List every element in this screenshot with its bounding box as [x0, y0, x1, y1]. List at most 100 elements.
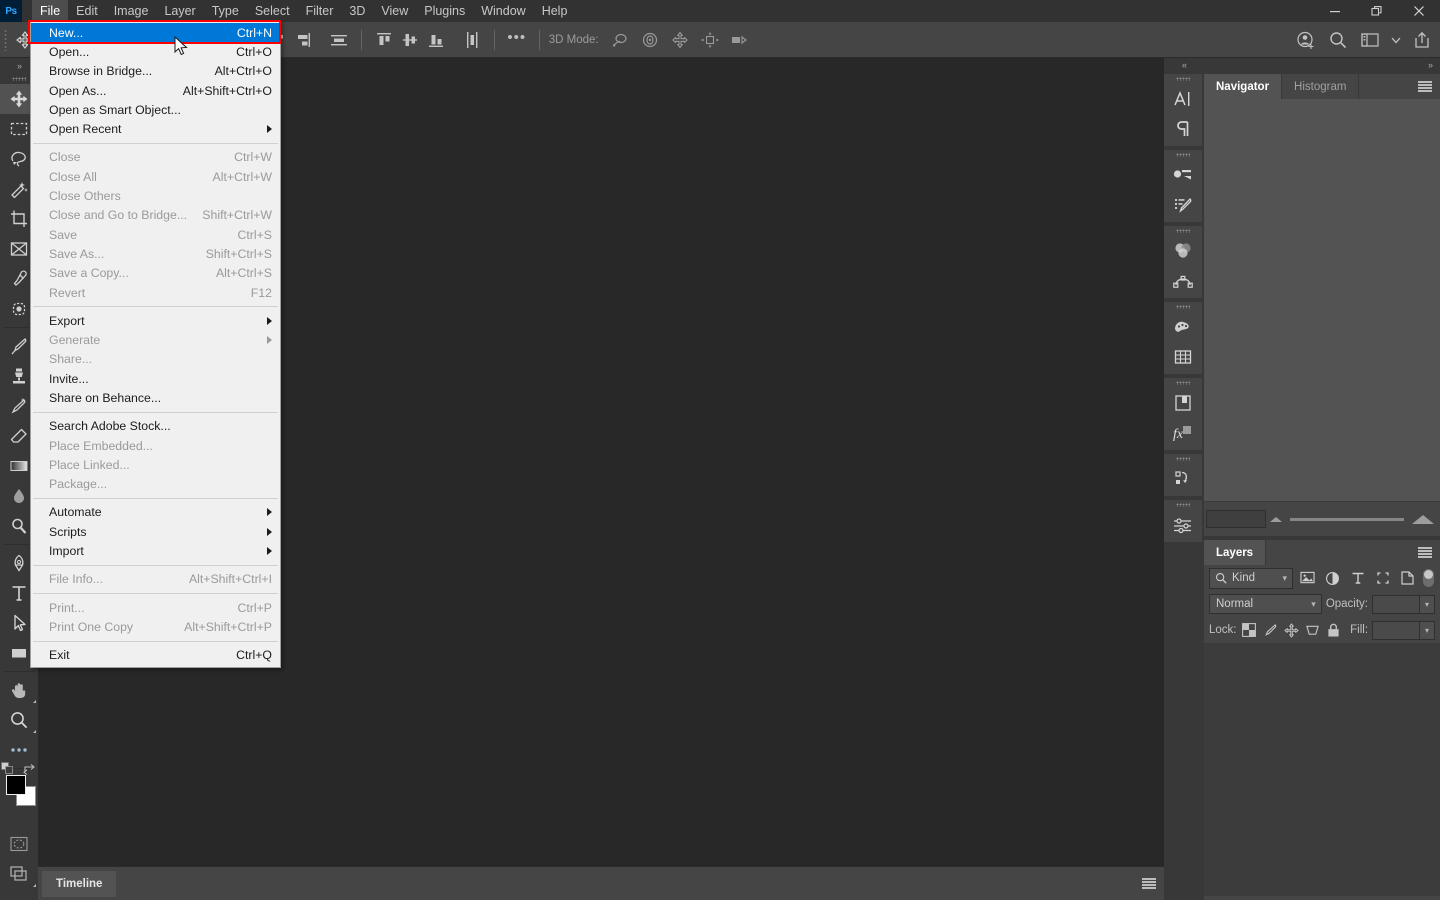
rail-grip[interactable]: [1164, 150, 1202, 160]
slide-3d-icon[interactable]: [697, 27, 723, 53]
hand-tool[interactable]: [0, 675, 38, 705]
file-menu-item-exit[interactable]: Exit Ctrl+Q: [31, 646, 280, 665]
file-menu-dropdown[interactable]: New... Ctrl+N Open... Ctrl+O Browse in Bridg…: [30, 20, 281, 668]
blend-mode-select[interactable]: Normal ▾: [1209, 594, 1322, 614]
layer-filter-enable-toggle[interactable]: [1422, 568, 1435, 589]
styles-panel-icon[interactable]: [1164, 190, 1202, 220]
menu-select[interactable]: Select: [247, 0, 298, 22]
layer-comps-panel-icon[interactable]: [1164, 388, 1202, 418]
menu-view[interactable]: View: [373, 0, 416, 22]
zoom-in-icon[interactable]: [1412, 515, 1434, 524]
file-menu-item-automate[interactable]: Automate: [31, 503, 280, 522]
rail-grip[interactable]: [1164, 226, 1202, 236]
paths-panel-icon[interactable]: [1164, 266, 1202, 296]
zoom-out-icon[interactable]: [1270, 517, 1282, 522]
distribute-horizontal-icon[interactable]: [326, 27, 352, 53]
opacity-chevron-down-icon[interactable]: ▾: [1420, 594, 1435, 614]
rail-grip[interactable]: [1164, 378, 1202, 388]
smart-object-filter-icon[interactable]: [1397, 568, 1418, 589]
zoom-slider-track[interactable]: [1290, 518, 1404, 521]
align-right-edges-icon[interactable]: [290, 27, 316, 53]
adjustment-layer-filter-icon[interactable]: [1322, 568, 1343, 589]
file-menu-item-open-recent[interactable]: Open Recent: [31, 119, 280, 138]
zoom-camera-3d-icon[interactable]: [727, 27, 753, 53]
rail-grip[interactable]: [1164, 74, 1202, 84]
menu-image[interactable]: Image: [106, 0, 157, 22]
navigator-zoom-input[interactable]: [1206, 510, 1266, 528]
file-menu-item-new[interactable]: New... Ctrl+N: [31, 23, 280, 43]
rail-grip[interactable]: [1164, 454, 1202, 464]
character-panel-icon[interactable]: [1164, 84, 1202, 114]
edit-toolbar-tool[interactable]: [0, 735, 38, 765]
quick-mask-icon[interactable]: [0, 829, 38, 859]
align-top-edges-icon[interactable]: [371, 27, 397, 53]
align-bottom-edges-icon[interactable]: [423, 27, 449, 53]
chevron-down-icon[interactable]: [1388, 26, 1404, 54]
tab-histogram[interactable]: Histogram: [1282, 74, 1360, 99]
file-menu-item-export[interactable]: Export: [31, 311, 280, 330]
opacity-input[interactable]: [1372, 594, 1420, 614]
collapse-panels-button[interactable]: «: [1182, 60, 1187, 70]
close-button[interactable]: [1398, 0, 1440, 22]
options-bar-grip[interactable]: [0, 22, 10, 58]
timeline-panel-menu-icon[interactable]: [1142, 878, 1156, 889]
menu-window[interactable]: Window: [473, 0, 533, 22]
rail-grip[interactable]: [1164, 500, 1202, 510]
file-menu-item-invite[interactable]: Invite...: [31, 369, 280, 388]
menu-file[interactable]: File: [32, 0, 69, 22]
navigator-preview[interactable]: [1204, 99, 1440, 501]
file-menu-item-scripts[interactable]: Scripts: [31, 522, 280, 541]
pixel-layer-filter-icon[interactable]: [1297, 568, 1318, 589]
more-options-icon[interactable]: •••: [504, 27, 530, 53]
restore-button[interactable]: [1356, 0, 1398, 22]
expand-panels-button[interactable]: »: [1428, 60, 1433, 70]
file-menu-item-import[interactable]: Import: [31, 541, 280, 560]
file-menu-item-browse-in-bridge[interactable]: Browse in Bridge... Alt+Ctrl+O: [31, 62, 280, 81]
lock-artboard-nesting-icon[interactable]: [1304, 619, 1321, 641]
menu-3d[interactable]: 3D: [341, 0, 373, 22]
layers-list[interactable]: [1204, 643, 1440, 896]
shape-layer-filter-icon[interactable]: [1372, 568, 1393, 589]
search-icon[interactable]: [1324, 26, 1352, 54]
paragraph-panel-icon[interactable]: [1164, 114, 1202, 144]
file-menu-item-share-on-behance[interactable]: Share on Behance...: [31, 388, 280, 407]
fill-input[interactable]: [1372, 620, 1421, 640]
distribute-vertical-icon[interactable]: [459, 27, 485, 53]
pan-3d-icon[interactable]: [667, 27, 693, 53]
menu-type[interactable]: Type: [204, 0, 247, 22]
lock-transparent-pixels-icon[interactable]: [1241, 619, 1258, 641]
file-menu-item-search-adobe-stock[interactable]: Search Adobe Stock...: [31, 417, 280, 436]
orbit-3d-icon[interactable]: [607, 27, 633, 53]
align-vertical-centers-icon[interactable]: [397, 27, 423, 53]
menu-filter[interactable]: Filter: [298, 0, 342, 22]
menu-plugins[interactable]: Plugins: [416, 0, 473, 22]
file-menu-item-open[interactable]: Open... Ctrl+O: [31, 42, 280, 61]
workspace-icon[interactable]: [1356, 26, 1384, 54]
lock-all-icon[interactable]: [1325, 619, 1342, 641]
layer-filter-kind-select[interactable]: Kind ▾: [1209, 567, 1293, 589]
patterns-panel-icon[interactable]: [1164, 342, 1202, 372]
lock-position-icon[interactable]: [1283, 619, 1300, 641]
fx-panel-icon[interactable]: fx: [1164, 418, 1202, 448]
file-menu-item-open-as[interactable]: Open As... Alt+Shift+Ctrl+O: [31, 81, 280, 100]
swatches-panel-icon[interactable]: [1164, 312, 1202, 342]
roll-3d-icon[interactable]: [637, 27, 663, 53]
tab-navigator[interactable]: Navigator: [1204, 74, 1283, 99]
zoom-tool[interactable]: [0, 705, 38, 735]
actions-panel-icon[interactable]: [1164, 464, 1202, 494]
menu-help[interactable]: Help: [534, 0, 576, 22]
lock-image-pixels-icon[interactable]: [1262, 619, 1279, 641]
fill-chevron-down-icon[interactable]: ▾: [1420, 620, 1436, 640]
adjustments-panel-icon[interactable]: [1164, 160, 1202, 190]
file-menu-item-open-as-smart-object[interactable]: Open as Smart Object...: [31, 100, 280, 119]
foreground-color-swatch[interactable]: [6, 775, 26, 795]
tab-layers[interactable]: Layers: [1204, 540, 1267, 565]
navigator-zoom-slider[interactable]: [1270, 502, 1434, 537]
navigator-panel-menu-icon[interactable]: [1418, 81, 1432, 92]
color-panel-icon[interactable]: [1164, 236, 1202, 266]
screen-mode-icon[interactable]: [0, 859, 38, 889]
type-layer-filter-icon[interactable]: [1347, 568, 1368, 589]
layers-panel-menu-icon[interactable]: [1418, 547, 1432, 558]
tab-timeline[interactable]: Timeline: [42, 871, 117, 897]
rail-grip[interactable]: [1164, 302, 1202, 312]
